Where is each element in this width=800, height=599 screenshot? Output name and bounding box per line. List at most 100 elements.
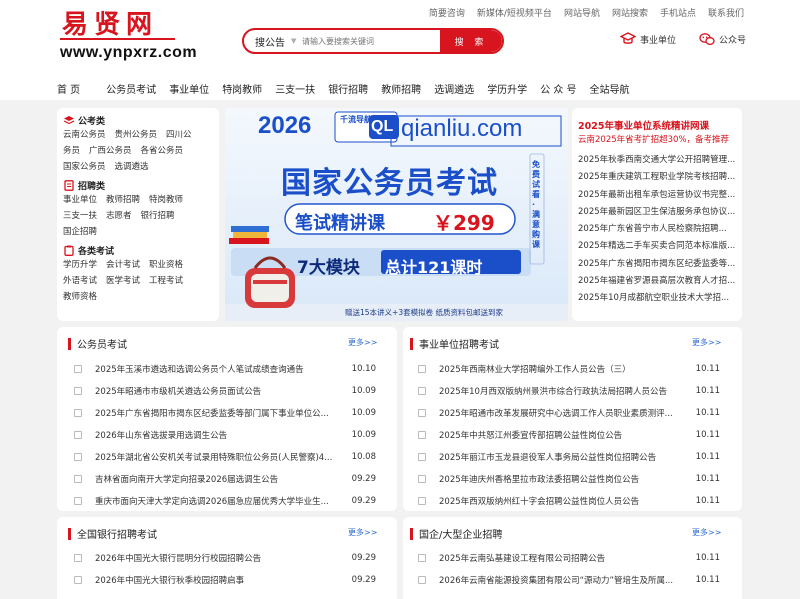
- sidebar-link[interactable]: 四川公: [166, 127, 192, 143]
- top-link-consult[interactable]: 简要咨询: [429, 6, 465, 19]
- panel-accent: [410, 337, 413, 350]
- list-item[interactable]: 2025年玉溪市遴选和选调公务员个人笔试成绩查询通告 10.10: [74, 358, 376, 380]
- announcement-subtitle[interactable]: 云南2025年省考扩招超30%，备考推荐: [578, 133, 729, 145]
- doc-icon: [418, 387, 426, 395]
- list-item[interactable]: 2025年西双版纳州红十字会招聘公益性岗位人员公告 10.11: [418, 490, 720, 512]
- list-item[interactable]: 2025年秋季西南交通大学公开招聘管理...: [578, 154, 740, 171]
- institution-link[interactable]: 事业单位: [620, 32, 676, 46]
- sidebar-link[interactable]: 云南公务员: [63, 127, 106, 143]
- sidebar-link[interactable]: 学历升学: [63, 257, 97, 273]
- list-item[interactable]: 2025年昭通市市级机关遴选公务员面试公告 10.09: [74, 380, 376, 402]
- doc-icon: [418, 431, 426, 439]
- list-item[interactable]: 2025年丽江市玉龙县退役军人事务局公益性岗位招聘公告 10.11: [418, 446, 720, 468]
- nav-official-account[interactable]: 公 众 号: [540, 81, 576, 96]
- list-item[interactable]: 吉林省面向南开大学定向招录2026届选调生公告 09.29: [74, 468, 376, 490]
- clipboard-icon: [64, 245, 74, 256]
- list-item[interactable]: 2025年广东省普宁市人民检察院招聘...: [578, 223, 740, 240]
- list-item[interactable]: 2025年广东省揭阳市揭东区纪委监委等部门属下事业单位公... 10.09: [74, 402, 376, 424]
- top-link-contact[interactable]: 联系我们: [708, 6, 744, 19]
- sidebar-link[interactable]: 三支一扶: [63, 208, 97, 224]
- sidebar-link[interactable]: 志愿者: [106, 208, 132, 224]
- nav-civil-servant[interactable]: 公务员考试: [106, 81, 156, 96]
- nav-three-supports[interactable]: 三支一扶: [275, 81, 315, 96]
- doc-icon: [418, 409, 426, 417]
- sidebar-link[interactable]: 教师资格: [63, 289, 97, 305]
- more-link[interactable]: 更多>>: [348, 337, 377, 348]
- sidebar-section-title: 各类考试: [78, 246, 115, 257]
- list-item[interactable]: 2025年最新出租车承包运营协议书完整...: [578, 189, 740, 206]
- panel-list: 2026年中国光大银行昆明分行校园招聘公告 09.29 2026年中国光大银行秋季…: [74, 547, 376, 591]
- list-item[interactable]: 2025年迪庆州香格里拉市政法委招聘公益性岗位公告 10.11: [418, 468, 720, 490]
- list-item[interactable]: 2025年昭通市改革发展研究中心选调工作人员职业素质测评... 10.11: [418, 402, 720, 424]
- search-input[interactable]: [302, 30, 440, 52]
- sidebar-link[interactable]: 工程考试: [149, 273, 183, 289]
- top-link-mobile[interactable]: 手机站点: [660, 6, 696, 19]
- list-item[interactable]: 2025年10月西双版纳州景洪市综合行政执法局招聘人员公告 10.11: [418, 380, 720, 402]
- list-item[interactable]: 2025年云南弘基建设工程有限公司招聘公告 10.11: [418, 547, 720, 569]
- layers-icon: [63, 115, 75, 124]
- list-item[interactable]: 2025年福建省罗源县高层次教育人才招...: [578, 275, 740, 292]
- doc-icon: [74, 387, 82, 395]
- official-account-link[interactable]: 公众号: [699, 32, 746, 46]
- more-link[interactable]: 更多>>: [692, 527, 721, 538]
- doc-icon: [74, 497, 82, 505]
- top-link-media[interactable]: 新媒体/短视频平台: [477, 6, 552, 19]
- sidebar-link[interactable]: 事业单位: [63, 192, 97, 208]
- top-links: 简要咨询 新媒体/短视频平台 网站导航 网站搜索 手机站点 联系我们: [429, 6, 744, 19]
- list-item[interactable]: 2025年中共怒江州委宣传部招聘公益性岗位公告 10.11: [418, 424, 720, 446]
- nav-education[interactable]: 学历升学: [487, 81, 527, 96]
- sidebar-link[interactable]: 特岗教师: [149, 192, 183, 208]
- sidebar-link[interactable]: 国家公务员: [63, 159, 106, 175]
- sidebar-link[interactable]: 职业资格: [149, 257, 183, 273]
- nav-special-teacher[interactable]: 特岗教师: [222, 81, 262, 96]
- sidebar-link[interactable]: 贵州公务员: [115, 127, 158, 143]
- sidebar-link[interactable]: 外语考试: [63, 273, 97, 289]
- panel-accent: [410, 527, 413, 540]
- panel-title[interactable]: 全国银行招聘考试: [77, 526, 157, 541]
- list-item[interactable]: 重庆市面向天津大学定向选调2026届急应届优秀大学毕业生... 09.29: [74, 490, 376, 512]
- more-link[interactable]: 更多>>: [692, 337, 721, 348]
- list-item[interactable]: 2025年精选二手车买卖合同范本标准版...: [578, 240, 740, 257]
- nav-selection[interactable]: 选调遴选: [434, 81, 474, 96]
- list-item[interactable]: 2025年最新园区卫生保洁服务承包协议...: [578, 206, 740, 223]
- sidebar-link[interactable]: 教师招聘: [106, 192, 140, 208]
- top-link-sitemap[interactable]: 网站导航: [564, 6, 600, 19]
- sidebar-link[interactable]: 银行招聘: [141, 208, 175, 224]
- banner-modules: 7大模块: [297, 258, 360, 278]
- promo-banner[interactable]: 2026 千流导航 QL qianliu.com 国家公务员考试 笔试精讲课 ￥…: [225, 108, 568, 321]
- site-logo[interactable]: 易贤网: [62, 4, 158, 41]
- list-item[interactable]: 2025年湖北省公安机关考试录用特殊职位公务员(人民警察)4... 10.08: [74, 446, 376, 468]
- more-link[interactable]: 更多>>: [348, 527, 377, 538]
- sidebar-link[interactable]: 务员: [63, 143, 80, 159]
- list-item[interactable]: 2026年山东省选拔录用选调生公告 10.09: [74, 424, 376, 446]
- nav-teacher[interactable]: 教师招聘: [381, 81, 421, 96]
- nav-all[interactable]: 全站导航: [590, 81, 630, 96]
- sidebar-link[interactable]: 医学考试: [106, 273, 140, 289]
- sidebar-link[interactable]: 国企招聘: [63, 224, 97, 240]
- doc-icon: [74, 431, 82, 439]
- sidebar-link[interactable]: 选调遴选: [115, 159, 149, 175]
- sidebar-link[interactable]: 广西公务员: [89, 143, 132, 159]
- list-item[interactable]: 2026年中国光大银行秋季校园招聘启事 09.29: [74, 569, 376, 591]
- list-item[interactable]: 2026年云南省能源投资集团有限公司“源动力”管培生及所属... 10.11: [418, 569, 720, 591]
- search-button[interactable]: 搜 索: [440, 30, 502, 52]
- search-scope-select[interactable]: 搜公告 ▼: [244, 34, 302, 49]
- list-item[interactable]: 2025年10月成都航空职业技术大学招...: [578, 292, 740, 309]
- nav-institution[interactable]: 事业单位: [169, 81, 209, 96]
- nav-bank[interactable]: 银行招聘: [328, 81, 368, 96]
- list-item[interactable]: 2026年中国光大银行昆明分行校园招聘公告 09.29: [74, 547, 376, 569]
- list-item[interactable]: 2025年重庆建筑工程职业学院考核招聘...: [578, 171, 740, 188]
- panel-list: 2025年云南弘基建设工程有限公司招聘公告 10.11 2026年云南省能源投资集…: [418, 547, 720, 591]
- top-link-search[interactable]: 网站搜索: [612, 6, 648, 19]
- list-item[interactable]: 2025年西南林业大学招聘编外工作人员公告（三） 10.11: [418, 358, 720, 380]
- panel-title[interactable]: 国企/大型企业招聘: [419, 526, 502, 541]
- nav-home[interactable]: 首 页: [57, 81, 80, 96]
- list-item[interactable]: 2025年广东省揭阳市揭东区纪委监委等...: [578, 258, 740, 275]
- document-icon: [64, 179, 74, 191]
- announcement-title[interactable]: 2025年事业单位系统精讲网课: [578, 118, 709, 132]
- search-scope-label: 搜公告: [255, 37, 285, 49]
- panel-title[interactable]: 公务员考试: [77, 336, 127, 351]
- sidebar-link[interactable]: 各省公务员: [141, 143, 184, 159]
- sidebar-link[interactable]: 会计考试: [106, 257, 140, 273]
- panel-title[interactable]: 事业单位招聘考试: [419, 336, 499, 351]
